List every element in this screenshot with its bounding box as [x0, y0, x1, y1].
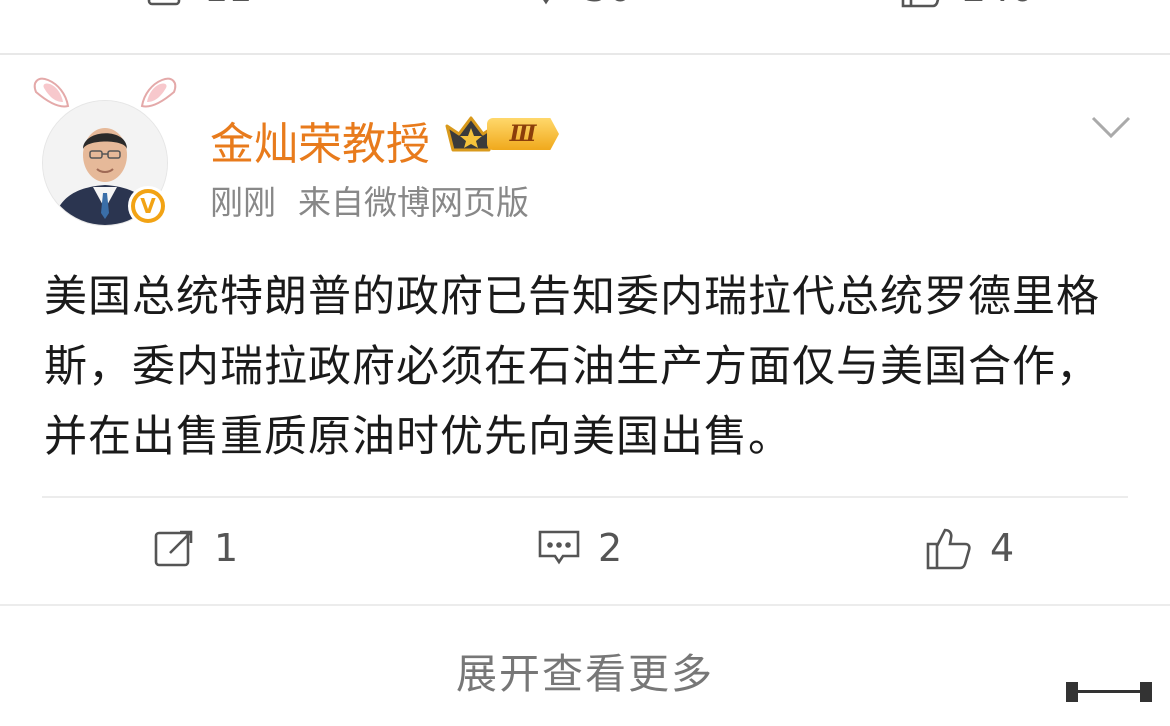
post-meta: 刚刚 来自微博网页版: [210, 176, 529, 224]
previous-post-actions: 11 30 240: [0, 0, 1170, 20]
share-icon: [147, 0, 181, 6]
prev-like-action[interactable]: 240: [900, 0, 1035, 10]
divider: [0, 604, 1170, 606]
thumbs-up-icon: [926, 528, 971, 570]
post-time: 刚刚: [210, 183, 276, 222]
chevron-down-icon[interactable]: [1090, 112, 1132, 142]
share-icon: [154, 530, 193, 567]
prev-comment-action[interactable]: 30: [526, 0, 632, 10]
comment-action[interactable]: 2: [538, 526, 622, 570]
post-source[interactable]: 来自微博网页版: [298, 183, 529, 222]
share-action[interactable]: 1: [154, 526, 238, 570]
divider: [0, 53, 1170, 55]
expand-more-button[interactable]: 展开查看更多: [0, 640, 1170, 700]
divider: [42, 496, 1128, 498]
author-name[interactable]: 金灿荣教授: [210, 108, 430, 172]
like-action[interactable]: 4: [926, 526, 1014, 570]
verified-badge: V: [128, 186, 168, 226]
prev-comment-count: 30: [584, 0, 632, 10]
prev-share-action[interactable]: 11: [146, 0, 252, 10]
comment-icon: [538, 530, 580, 565]
home-indicator-icon: [1066, 682, 1152, 702]
avatar-container[interactable]: V: [30, 72, 180, 232]
post-actions: 1 2 4: [0, 520, 1170, 580]
level-badge-label: Ⅲ: [487, 118, 559, 150]
prev-like-count: 240: [962, 0, 1035, 10]
comment-count: 2: [598, 526, 623, 570]
like-count: 4: [990, 526, 1015, 570]
post-text: 美国总统特朗普的政府已告知委内瑞拉代总统罗德里格斯，委内瑞拉政府必须在石油生产方…: [44, 272, 1100, 462]
level-badge[interactable]: Ⅲ: [443, 110, 563, 160]
prev-share-count: 11: [204, 0, 252, 10]
thumbs-up-icon: [901, 0, 940, 8]
comment-icon: [543, 0, 549, 5]
share-count: 1: [214, 526, 239, 570]
